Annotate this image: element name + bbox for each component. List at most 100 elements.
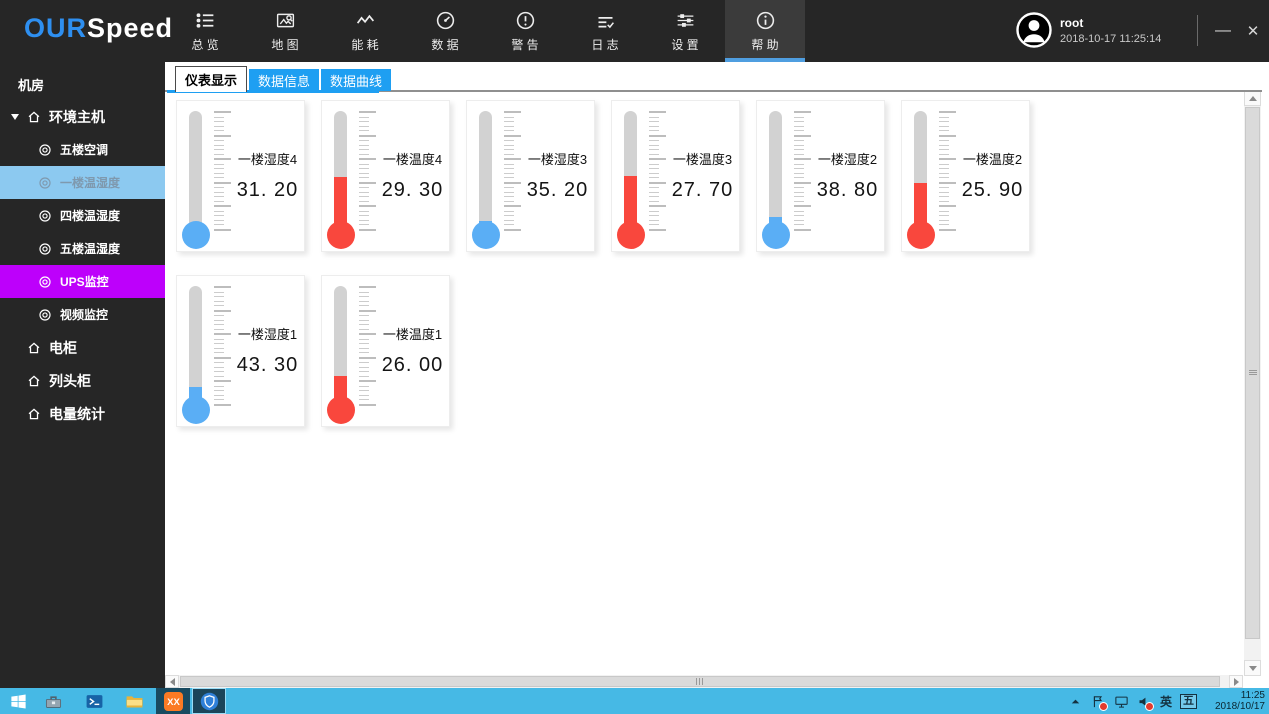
sidebar-item-power-stats[interactable]: 电量统计 [0, 397, 165, 430]
thermometer-bulb [182, 221, 210, 249]
nav-item-help[interactable]: 帮 助 [725, 0, 805, 62]
sidebar-item-floor4-th[interactable]: 四楼温湿度 [0, 199, 165, 232]
thermometer-scale [794, 111, 811, 231]
thermometer-scale [649, 111, 666, 231]
gauge-dot-icon [38, 308, 52, 322]
powershell-icon [85, 692, 104, 711]
horizontal-scrollbar[interactable] [165, 675, 1243, 688]
taskbar-powershell-button[interactable] [78, 688, 110, 714]
gauge-label: 一楼湿度1 [233, 324, 302, 343]
tray-language[interactable]: 英 [1160, 688, 1172, 714]
alert-icon [515, 10, 536, 31]
thermometer-tube [189, 111, 202, 227]
taskbar-xampp-button[interactable]: XX [156, 688, 190, 714]
gauge-label: 一楼温度4 [378, 149, 447, 168]
nav-item-data[interactable]: 数 据 [405, 0, 485, 62]
nav-label-energy: 能 耗 [351, 36, 378, 53]
triangle-right-icon [1234, 678, 1243, 686]
sidebar-item-label: 四楼温湿度 [60, 207, 120, 224]
alert-badge [1099, 702, 1108, 711]
tray-date: 2018/10/17 [1201, 701, 1265, 712]
gauge-value: 43. 30 [233, 354, 302, 377]
nav-label-overview: 总 览 [191, 36, 218, 53]
info-icon [755, 10, 776, 31]
nav-label-data: 数 据 [431, 36, 458, 53]
vertical-scrollbar[interactable] [1244, 90, 1261, 676]
user-menu[interactable]: root 2018-10-17 11:25:14 [1016, 12, 1161, 48]
nav-label-alerts: 警 告 [511, 36, 538, 53]
nav-item-settings[interactable]: 设 置 [645, 0, 725, 62]
system-tray: 英五 [1068, 688, 1197, 714]
tab-data-curve[interactable]: 数据曲线 [321, 69, 391, 91]
gauge-dot-icon [38, 275, 52, 289]
thermometer-bulb [617, 221, 645, 249]
tray-network[interactable] [1114, 688, 1129, 714]
tray-ime-label: 五 [1180, 694, 1197, 709]
thermometer-tube [769, 111, 782, 227]
nav-item-logs[interactable]: 日 志 [565, 0, 645, 62]
home-icon [27, 374, 41, 388]
gauge-dot-icon [38, 242, 52, 256]
horizontal-scroll-track[interactable] [179, 675, 1229, 688]
sidebar-item-row-cabinet[interactable]: 列头柜 [0, 364, 165, 397]
close-button[interactable]: ✕ [1236, 0, 1269, 62]
thermometer-scale [359, 111, 376, 231]
nav-item-energy[interactable]: 能 耗 [325, 0, 405, 62]
gauge-label: 一楼湿度2 [813, 149, 882, 168]
horizontal-scroll-thumb[interactable] [180, 676, 1220, 687]
sidebar-item-floor5-ac[interactable]: 五楼空调 [0, 133, 165, 166]
tray-tray-expand[interactable] [1068, 688, 1083, 714]
sidebar-item-env-host[interactable]: 环境主机 [0, 100, 165, 133]
triangle-down-icon [1249, 666, 1257, 675]
thermometer-scale [939, 111, 956, 231]
vertical-scroll-track[interactable] [1244, 106, 1261, 660]
thermometer-tube [624, 111, 637, 227]
gauge-label: 一楼温度3 [668, 149, 737, 168]
sidebar-tree: 环境主机五楼空调一楼温湿度四楼温湿度五楼温湿度UPS监控视频监控电柜列头柜电量统… [0, 100, 165, 430]
tray-ime[interactable]: 五 [1180, 688, 1197, 714]
taskbar-start-button[interactable] [2, 688, 34, 714]
tray-notifications[interactable] [1091, 688, 1106, 714]
home-icon [27, 407, 41, 421]
scroll-left-button[interactable] [165, 675, 179, 688]
sidebar-item-ups-monitor[interactable]: UPS监控 [0, 265, 165, 298]
taskbar-explorer-button[interactable] [118, 688, 150, 714]
tab-label: 仪表显示 [185, 70, 237, 89]
nav-label-logs: 日 志 [591, 36, 618, 53]
nav-item-overview[interactable]: 总 览 [165, 0, 245, 62]
taskbar-server-manager-button[interactable] [36, 688, 70, 714]
sidebar-item-floor5-th[interactable]: 五楼温湿度 [0, 232, 165, 265]
gauge-value: 35. 20 [523, 179, 592, 202]
tray-volume[interactable] [1137, 688, 1152, 714]
vertical-scroll-thumb[interactable] [1245, 107, 1260, 639]
tab-meter-display[interactable]: 仪表显示 [175, 66, 247, 92]
thermometer-bulb [762, 221, 790, 249]
scroll-grip-icon [1249, 369, 1257, 376]
minimize-button[interactable]: — [1206, 0, 1240, 62]
scroll-up-button[interactable] [1244, 90, 1261, 106]
tab-data-info[interactable]: 数据信息 [249, 69, 319, 91]
nav-item-alerts[interactable]: 警 告 [485, 0, 565, 62]
nav-item-map[interactable]: 地 图 [245, 0, 325, 62]
gauge-label: 一楼湿度3 [523, 149, 592, 168]
alert-badge [1145, 702, 1154, 711]
gauge-dot-icon [38, 176, 52, 190]
taskbar-clock[interactable]: 11:25 2018/10/17 [1201, 690, 1265, 712]
tray-time: 11:25 [1201, 690, 1265, 701]
sidebar-item-power-cabinet[interactable]: 电柜 [0, 331, 165, 364]
sidebar-item-floor1-th[interactable]: 一楼温湿度 [0, 166, 165, 199]
taskbar-security-button[interactable] [192, 688, 226, 714]
sidebar-item-label: 视频监控 [60, 306, 108, 323]
tray-language-label: 英 [1160, 693, 1172, 710]
thermometer-bulb [327, 396, 355, 424]
scroll-down-button[interactable] [1244, 660, 1261, 676]
scroll-right-button[interactable] [1229, 675, 1243, 688]
sidebar-section-label: 机房 [0, 62, 165, 100]
content-area: 仪表显示数据信息数据曲线 一楼湿度431. 20一楼温度429. 30一楼湿度3… [165, 62, 1269, 688]
sidebar-item-label: 一楼温湿度 [60, 174, 120, 191]
settings-icon [675, 10, 696, 31]
gauge-value: 38. 80 [813, 179, 882, 202]
thermometer-bulb [907, 221, 935, 249]
thermometer-scale [504, 111, 521, 231]
sidebar-item-video-monitor[interactable]: 视频监控 [0, 298, 165, 331]
